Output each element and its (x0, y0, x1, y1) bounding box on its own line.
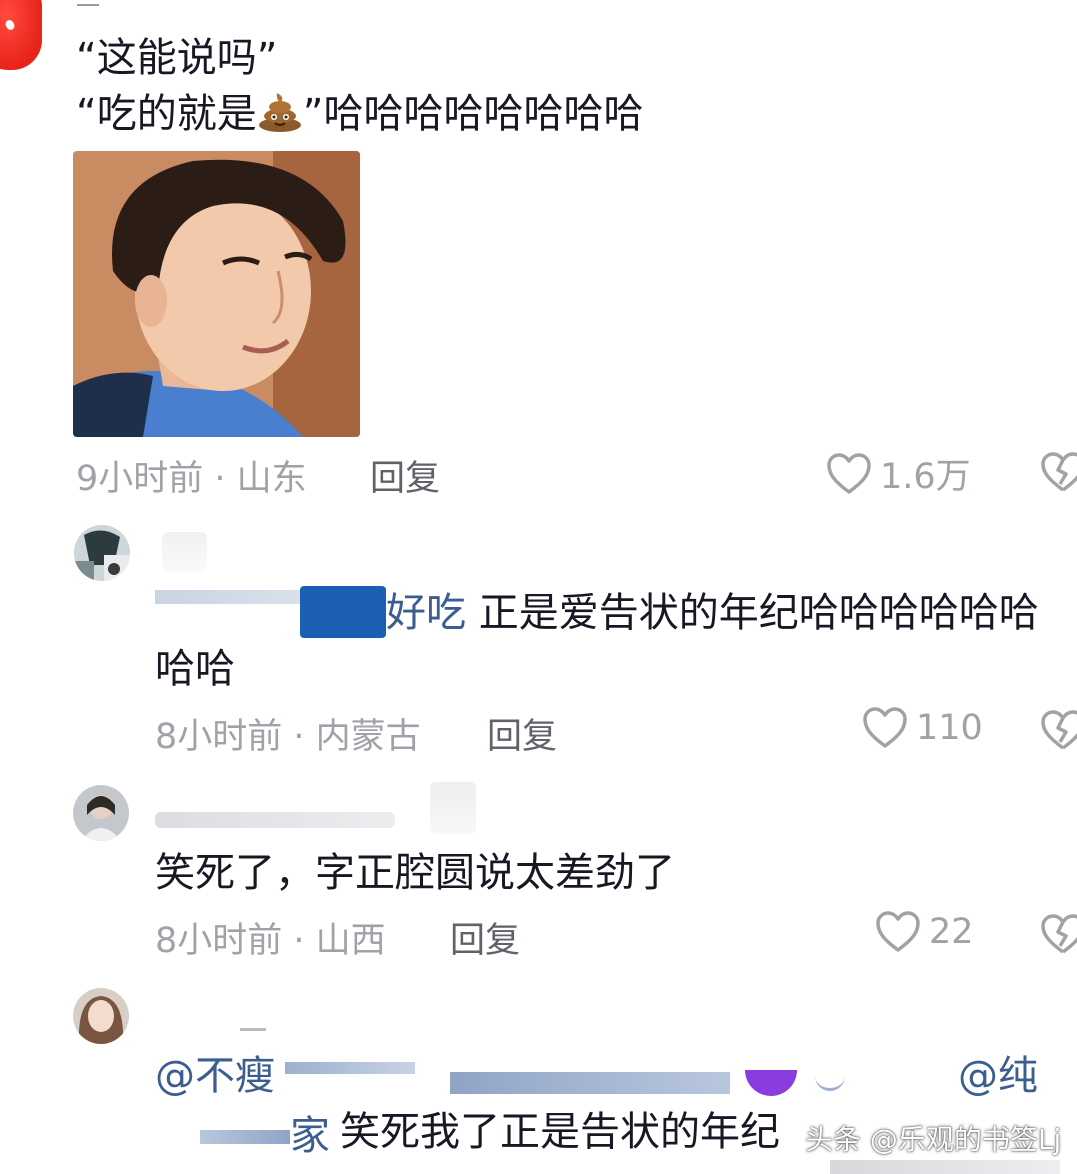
comment-4-line2-prefix[interactable]: 家 (290, 1108, 330, 1164)
mention-blurred[interactable] (450, 1072, 730, 1094)
heart-outline-icon[interactable] (862, 706, 908, 750)
comment-1-reply-button[interactable]: 回复 (370, 450, 440, 501)
comment-2-text-cont: 哈哈 (155, 646, 235, 692)
mention-link[interactable]: 好吃 (386, 590, 466, 636)
comment-2-reply-button[interactable]: 回复 (487, 708, 557, 759)
comment-4-text: 笑死我了正是告状的年纪 (340, 1109, 780, 1155)
avatar[interactable] (74, 525, 130, 581)
comment-2-time: 8小时前 · 内蒙古 (155, 717, 421, 757)
avatar[interactable] (73, 785, 129, 841)
heart-outline-icon[interactable] (875, 910, 921, 954)
username-blurred[interactable] (240, 1028, 266, 1031)
comment-1-like-button[interactable]: 1.6万 (826, 448, 971, 499)
broken-heart-icon[interactable] (1040, 710, 1077, 752)
username-cut[interactable]: 一 (76, 0, 100, 21)
mention-blurred[interactable] (200, 1130, 290, 1144)
mention-blurred[interactable] (285, 1062, 415, 1074)
comment-1-quote: “吃的就是 (76, 91, 257, 137)
avatar[interactable] (73, 988, 129, 1044)
heart-outline-icon[interactable] (826, 452, 872, 496)
comment-feed: 一 “这能说吗” “吃的就是 ”哈哈哈哈哈哈哈哈 9小时前 · 山东 回复 1.… (0, 0, 1077, 1174)
broken-heart-icon[interactable] (1040, 452, 1077, 494)
broken-heart-icon[interactable] (1040, 914, 1077, 956)
cut-off-text (830, 1160, 1060, 1174)
comment-4-mention-end[interactable]: @纯 (958, 1048, 1038, 1104)
comment-2-body: 正是爱告状的年纪哈哈哈哈哈哈 (478, 590, 1039, 636)
comment-1-line-1: “这能说吗” (76, 35, 278, 81)
comment-1-line-2: “吃的就是 ”哈哈哈哈哈哈哈哈 (76, 86, 643, 142)
comment-2-text: 好吃 正是爱告状的年纪哈哈哈哈哈哈 (386, 585, 1039, 641)
username-blurred[interactable] (162, 532, 207, 572)
poop-emoji-icon (257, 87, 303, 133)
username-blurred[interactable] (155, 812, 395, 828)
mention-blurred[interactable] (815, 1074, 845, 1091)
toutiao-watermark: 头条 @乐观的书签Lj (805, 1123, 1062, 1156)
comment-2-like-count: 110 (916, 708, 983, 748)
badge-blurred (430, 782, 476, 834)
comment-3-time: 8小时前 · 山西 (155, 921, 386, 961)
redaction-block (300, 586, 386, 638)
comment-3-text: 笑死了，字正腔圆说太差劲了 (155, 850, 675, 896)
comment-1-like-count: 1.6万 (880, 457, 971, 497)
comment-3-like-count: 22 (929, 912, 974, 952)
meme-image[interactable] (73, 151, 360, 437)
comment-4-mention-start[interactable]: @不瘦 (155, 1048, 275, 1104)
redaction-block (745, 1070, 797, 1096)
avatar-mascot[interactable] (0, 0, 42, 70)
comment-1-time: 9小时前 · 山东 (76, 459, 307, 499)
comment-3-like-button[interactable]: 22 (875, 910, 974, 954)
comment-3-reply-button[interactable]: 回复 (450, 912, 520, 963)
comment-1-laugh: ”哈哈哈哈哈哈哈哈 (302, 91, 644, 137)
comment-2-like-button[interactable]: 110 (862, 706, 983, 750)
